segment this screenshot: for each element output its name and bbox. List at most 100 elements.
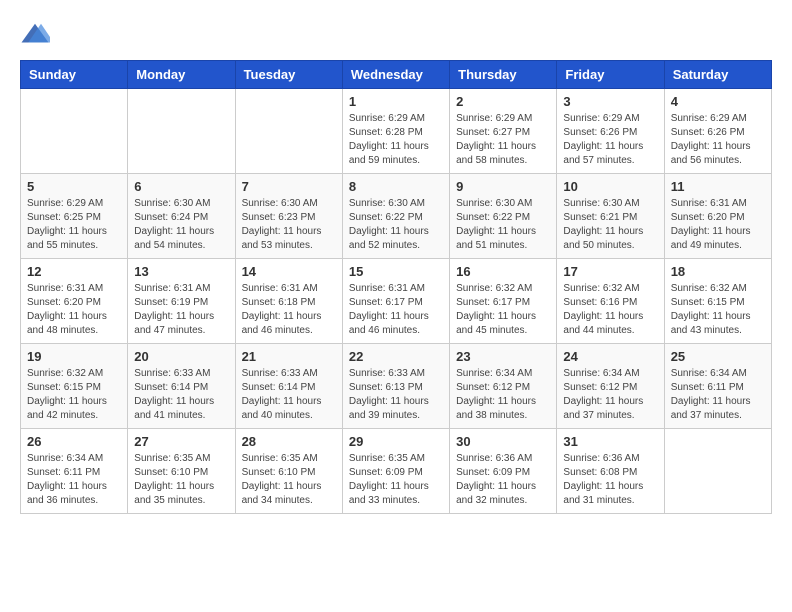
calendar-cell: 10 Sunrise: 6:30 AM Sunset: 6:21 PM Dayli… <box>557 174 664 259</box>
calendar-cell: 20 Sunrise: 6:33 AM Sunset: 6:14 PM Dayli… <box>128 344 235 429</box>
calendar-cell: 16 Sunrise: 6:32 AM Sunset: 6:17 PM Dayli… <box>450 259 557 344</box>
day-number: 9 <box>456 179 550 194</box>
day-number: 8 <box>349 179 443 194</box>
day-info: Sunrise: 6:29 AM Sunset: 6:28 PM Dayligh… <box>349 112 443 168</box>
day-number: 13 <box>134 264 228 279</box>
day-number: 31 <box>563 434 657 449</box>
calendar-week-3: 12 Sunrise: 6:31 AM Sunset: 6:20 PM Dayli… <box>21 259 772 344</box>
day-number: 28 <box>242 434 336 449</box>
day-info: Sunrise: 6:32 AM Sunset: 6:17 PM Dayligh… <box>456 282 550 338</box>
day-info: Sunrise: 6:33 AM Sunset: 6:13 PM Dayligh… <box>349 367 443 423</box>
day-info: Sunrise: 6:30 AM Sunset: 6:24 PM Dayligh… <box>134 197 228 253</box>
day-info: Sunrise: 6:33 AM Sunset: 6:14 PM Dayligh… <box>242 367 336 423</box>
day-info: Sunrise: 6:36 AM Sunset: 6:08 PM Dayligh… <box>563 452 657 508</box>
day-info: Sunrise: 6:30 AM Sunset: 6:22 PM Dayligh… <box>456 197 550 253</box>
calendar-cell: 9 Sunrise: 6:30 AM Sunset: 6:22 PM Daylig… <box>450 174 557 259</box>
day-info: Sunrise: 6:33 AM Sunset: 6:14 PM Dayligh… <box>134 367 228 423</box>
calendar-cell: 23 Sunrise: 6:34 AM Sunset: 6:12 PM Dayli… <box>450 344 557 429</box>
calendar-cell <box>664 429 771 514</box>
calendar-cell <box>128 89 235 174</box>
calendar-cell: 5 Sunrise: 6:29 AM Sunset: 6:25 PM Daylig… <box>21 174 128 259</box>
calendar-cell: 30 Sunrise: 6:36 AM Sunset: 6:09 PM Dayli… <box>450 429 557 514</box>
day-number: 5 <box>27 179 121 194</box>
calendar-cell: 27 Sunrise: 6:35 AM Sunset: 6:10 PM Dayli… <box>128 429 235 514</box>
day-number: 2 <box>456 94 550 109</box>
day-number: 21 <box>242 349 336 364</box>
calendar-cell: 12 Sunrise: 6:31 AM Sunset: 6:20 PM Dayli… <box>21 259 128 344</box>
calendar-header-saturday: Saturday <box>664 61 771 89</box>
day-number: 22 <box>349 349 443 364</box>
day-info: Sunrise: 6:35 AM Sunset: 6:10 PM Dayligh… <box>134 452 228 508</box>
day-info: Sunrise: 6:31 AM Sunset: 6:19 PM Dayligh… <box>134 282 228 338</box>
day-number: 17 <box>563 264 657 279</box>
day-info: Sunrise: 6:32 AM Sunset: 6:15 PM Dayligh… <box>671 282 765 338</box>
calendar-header-tuesday: Tuesday <box>235 61 342 89</box>
calendar-cell: 21 Sunrise: 6:33 AM Sunset: 6:14 PM Dayli… <box>235 344 342 429</box>
day-number: 12 <box>27 264 121 279</box>
day-info: Sunrise: 6:31 AM Sunset: 6:17 PM Dayligh… <box>349 282 443 338</box>
day-info: Sunrise: 6:31 AM Sunset: 6:18 PM Dayligh… <box>242 282 336 338</box>
day-info: Sunrise: 6:34 AM Sunset: 6:12 PM Dayligh… <box>563 367 657 423</box>
calendar-header-friday: Friday <box>557 61 664 89</box>
day-info: Sunrise: 6:31 AM Sunset: 6:20 PM Dayligh… <box>27 282 121 338</box>
day-number: 19 <box>27 349 121 364</box>
calendar-cell: 17 Sunrise: 6:32 AM Sunset: 6:16 PM Dayli… <box>557 259 664 344</box>
day-number: 1 <box>349 94 443 109</box>
day-info: Sunrise: 6:35 AM Sunset: 6:09 PM Dayligh… <box>349 452 443 508</box>
calendar-header-monday: Monday <box>128 61 235 89</box>
calendar: SundayMondayTuesdayWednesdayThursdayFrid… <box>20 60 772 514</box>
day-info: Sunrise: 6:34 AM Sunset: 6:12 PM Dayligh… <box>456 367 550 423</box>
calendar-week-5: 26Sunrise: 6:34 AM Sunset: 6:11 PM Dayli… <box>21 429 772 514</box>
day-info: Sunrise: 6:29 AM Sunset: 6:27 PM Dayligh… <box>456 112 550 168</box>
day-number: 30 <box>456 434 550 449</box>
calendar-cell: 11 Sunrise: 6:31 AM Sunset: 6:20 PM Dayli… <box>664 174 771 259</box>
day-number: 16 <box>456 264 550 279</box>
calendar-cell <box>21 89 128 174</box>
day-number: 23 <box>456 349 550 364</box>
calendar-cell: 18 Sunrise: 6:32 AM Sunset: 6:15 PM Dayli… <box>664 259 771 344</box>
day-info: Sunrise: 6:32 AM Sunset: 6:16 PM Dayligh… <box>563 282 657 338</box>
day-number: 4 <box>671 94 765 109</box>
calendar-cell: 25Sunrise: 6:34 AM Sunset: 6:11 PM Dayli… <box>664 344 771 429</box>
day-number: 11 <box>671 179 765 194</box>
day-number: 10 <box>563 179 657 194</box>
day-info: Sunrise: 6:30 AM Sunset: 6:23 PM Dayligh… <box>242 197 336 253</box>
day-number: 14 <box>242 264 336 279</box>
calendar-cell: 6Sunrise: 6:30 AM Sunset: 6:24 PM Daylig… <box>128 174 235 259</box>
calendar-week-4: 19Sunrise: 6:32 AM Sunset: 6:15 PM Dayli… <box>21 344 772 429</box>
calendar-cell: 24 Sunrise: 6:34 AM Sunset: 6:12 PM Dayli… <box>557 344 664 429</box>
day-info: Sunrise: 6:29 AM Sunset: 6:26 PM Dayligh… <box>563 112 657 168</box>
day-number: 15 <box>349 264 443 279</box>
page-header <box>20 20 772 50</box>
day-number: 3 <box>563 94 657 109</box>
calendar-cell: 14 Sunrise: 6:31 AM Sunset: 6:18 PM Dayli… <box>235 259 342 344</box>
calendar-cell: 26Sunrise: 6:34 AM Sunset: 6:11 PM Dayli… <box>21 429 128 514</box>
calendar-cell: 2 Sunrise: 6:29 AM Sunset: 6:27 PM Daylig… <box>450 89 557 174</box>
calendar-cell: 4 Sunrise: 6:29 AM Sunset: 6:26 PM Daylig… <box>664 89 771 174</box>
calendar-cell: 22 Sunrise: 6:33 AM Sunset: 6:13 PM Dayli… <box>342 344 449 429</box>
logo <box>20 20 54 50</box>
calendar-cell: 3 Sunrise: 6:29 AM Sunset: 6:26 PM Daylig… <box>557 89 664 174</box>
day-number: 25 <box>671 349 765 364</box>
logo-icon <box>20 20 50 50</box>
day-info: Sunrise: 6:31 AM Sunset: 6:20 PM Dayligh… <box>671 197 765 253</box>
calendar-header-thursday: Thursday <box>450 61 557 89</box>
day-number: 24 <box>563 349 657 364</box>
calendar-cell: 15 Sunrise: 6:31 AM Sunset: 6:17 PM Dayli… <box>342 259 449 344</box>
calendar-header-row: SundayMondayTuesdayWednesdayThursdayFrid… <box>21 61 772 89</box>
day-number: 20 <box>134 349 228 364</box>
calendar-week-2: 5 Sunrise: 6:29 AM Sunset: 6:25 PM Daylig… <box>21 174 772 259</box>
calendar-cell <box>235 89 342 174</box>
day-number: 27 <box>134 434 228 449</box>
day-info: Sunrise: 6:30 AM Sunset: 6:21 PM Dayligh… <box>563 197 657 253</box>
day-info: Sunrise: 6:36 AM Sunset: 6:09 PM Dayligh… <box>456 452 550 508</box>
day-info: Sunrise: 6:29 AM Sunset: 6:26 PM Dayligh… <box>671 112 765 168</box>
day-info: Sunrise: 6:30 AM Sunset: 6:22 PM Dayligh… <box>349 197 443 253</box>
calendar-cell: 1 Sunrise: 6:29 AM Sunset: 6:28 PM Daylig… <box>342 89 449 174</box>
day-number: 18 <box>671 264 765 279</box>
day-info: Sunrise: 6:29 AM Sunset: 6:25 PM Dayligh… <box>27 197 121 253</box>
day-number: 26 <box>27 434 121 449</box>
calendar-header-sunday: Sunday <box>21 61 128 89</box>
calendar-cell: 31 Sunrise: 6:36 AM Sunset: 6:08 PM Dayli… <box>557 429 664 514</box>
calendar-header-wednesday: Wednesday <box>342 61 449 89</box>
